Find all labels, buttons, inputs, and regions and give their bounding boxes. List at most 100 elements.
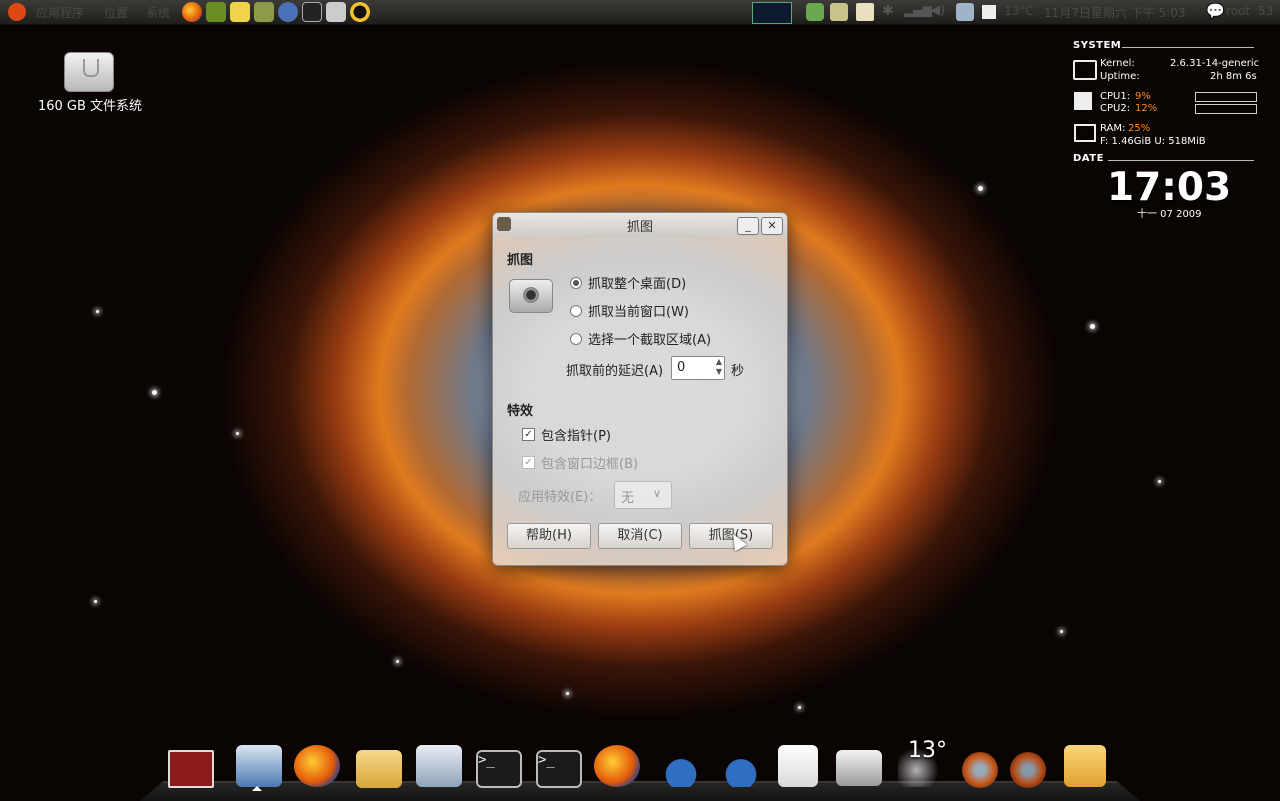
save-icon[interactable] — [236, 745, 282, 787]
screenshot-dialog: 抓图 _ ✕ 抓图 抓取整个桌面(D) 抓取当前窗口(W) 选择一个截取区域(A… — [492, 212, 788, 566]
label-include-pointer[interactable]: 包含指针(P) — [541, 425, 611, 444]
ubuntu-logo-icon[interactable] — [8, 3, 26, 21]
checkbox-include-pointer[interactable]: ✓ — [522, 428, 535, 441]
star — [1158, 480, 1161, 483]
chat-icon[interactable]: 💬 — [1206, 2, 1225, 20]
label-include-border[interactable]: 包含窗口边框(B) — [541, 453, 638, 472]
datetime-text[interactable]: 11月7日星期六 下午 5:03 — [1044, 4, 1185, 21]
label-grab-desktop[interactable]: 抓取整个桌面(D) — [588, 273, 686, 292]
firefox-icon[interactable] — [182, 2, 202, 22]
star — [152, 390, 157, 395]
star — [978, 186, 983, 191]
star — [396, 660, 399, 663]
delay-unit: 秒 — [731, 364, 745, 379]
drive-icon[interactable] — [64, 52, 114, 92]
dialog-titlebar[interactable]: 抓图 _ ✕ — [493, 213, 787, 237]
orb-icon[interactable] — [962, 752, 998, 788]
firefox-icon[interactable] — [294, 745, 340, 787]
label-grab-window[interactable]: 抓取当前窗口(W) — [588, 301, 689, 320]
menu-system[interactable]: 系统 — [146, 4, 170, 21]
uptime-value: 2h 8m 6s — [1210, 71, 1257, 82]
footprint-icon[interactable] — [658, 745, 704, 787]
section-effects-heading: 特效 — [507, 404, 534, 419]
cancel-button[interactable]: 取消(C) — [598, 523, 682, 549]
cpu1-label: CPU1: — [1100, 91, 1131, 102]
star — [1060, 630, 1063, 633]
checkbox-include-border[interactable]: ✓ — [522, 456, 535, 469]
label-select-area[interactable]: 选择一个截取区域(A) — [588, 329, 711, 348]
clock-time: 17:03 — [1107, 165, 1232, 210]
section-grab-heading: 抓图 — [507, 253, 534, 268]
text-editor-icon[interactable] — [778, 745, 818, 787]
weather-tray-icon[interactable] — [956, 3, 974, 21]
apply-effect-select[interactable]: 无 ∨ — [614, 481, 672, 509]
clock-date: 十一 07 2009 — [1137, 209, 1202, 220]
menu-places[interactable]: 位置 — [104, 4, 128, 21]
temperature-text[interactable]: 13°C — [1004, 4, 1034, 18]
kernel-label: Kernel: — [1100, 58, 1135, 69]
running-indicator — [252, 786, 262, 791]
presentation-icon[interactable] — [168, 750, 214, 788]
kernel-value: 2.6.31-14-generic — [1170, 58, 1260, 69]
terminal-icon-2[interactable]: >_ — [536, 750, 582, 788]
qq-icon[interactable] — [350, 2, 370, 22]
star — [236, 432, 239, 435]
clipboard-icon[interactable] — [856, 3, 874, 21]
star — [1090, 324, 1095, 329]
delay-value[interactable]: 0 — [677, 360, 685, 375]
menu-applications[interactable]: 应用程序 — [36, 4, 84, 21]
drive-label[interactable]: 160 GB 文件系统 — [30, 95, 150, 114]
weather-temperature: 13° — [908, 738, 947, 763]
note-icon[interactable] — [230, 2, 250, 22]
username-text[interactable]: root — [1226, 4, 1250, 18]
cpu-icon — [1074, 92, 1092, 110]
star — [96, 310, 99, 313]
system-header: SYSTEM — [1073, 40, 1122, 51]
delay-spinbox[interactable]: 0 ▲ ▼ — [671, 356, 725, 380]
star — [798, 706, 801, 709]
camera-icon[interactable] — [326, 2, 346, 22]
folder-icon[interactable] — [356, 750, 402, 788]
date-header: DATE — [1073, 153, 1104, 164]
cpu2-graph — [1195, 104, 1257, 114]
system-monitor-graph[interactable] — [752, 2, 792, 24]
usb-symbol-icon — [83, 59, 99, 77]
wifi-signal-icon[interactable]: ▂▄▆ — [904, 3, 932, 21]
terminal-icon[interactable]: >_ — [476, 750, 522, 788]
battery-icon[interactable] — [982, 5, 996, 19]
volume-icon[interactable]: ◀) — [930, 3, 948, 21]
divider — [1108, 160, 1254, 161]
trash-icon[interactable] — [1064, 745, 1106, 787]
ram-icon — [1074, 124, 1096, 142]
pidgin-icon[interactable] — [206, 2, 226, 22]
people-icon[interactable] — [278, 2, 298, 22]
spin-arrows-icon[interactable]: ▲ ▼ — [716, 357, 722, 377]
bluetooth-icon[interactable]: ✱ — [882, 3, 900, 21]
footprint-icon-2[interactable] — [718, 745, 764, 787]
divider — [1122, 47, 1254, 48]
cpu2-label: CPU2: — [1100, 103, 1131, 114]
star — [566, 692, 569, 695]
radio-select-area[interactable] — [570, 333, 582, 345]
books-icon[interactable] — [254, 2, 274, 22]
radio-grab-desktop[interactable] — [570, 277, 582, 289]
radio-grab-window[interactable] — [570, 305, 582, 317]
terminal-icon[interactable] — [302, 2, 322, 22]
chevron-down-icon[interactable]: ∨ — [653, 487, 661, 500]
minimize-button[interactable]: _ — [737, 217, 759, 235]
username-suffix: 53 — [1258, 4, 1274, 18]
star — [94, 600, 97, 603]
close-button[interactable]: ✕ — [761, 217, 783, 235]
cpu1-value: 9% — [1135, 91, 1151, 102]
apply-effect-value[interactable]: 无 — [621, 487, 634, 506]
firefox-icon-2[interactable] — [594, 745, 640, 787]
network-icon[interactable] — [806, 3, 824, 21]
camera-icon[interactable] — [836, 750, 882, 786]
map-icon[interactable] — [830, 3, 848, 21]
help-button[interactable]: 帮助(H) — [507, 523, 591, 549]
ram-label: RAM: — [1100, 123, 1126, 134]
ram-value: 25% — [1128, 123, 1151, 134]
monitor-icon — [1073, 60, 1097, 80]
printer-icon[interactable] — [416, 745, 462, 787]
orb-icon-2[interactable] — [1010, 752, 1046, 788]
